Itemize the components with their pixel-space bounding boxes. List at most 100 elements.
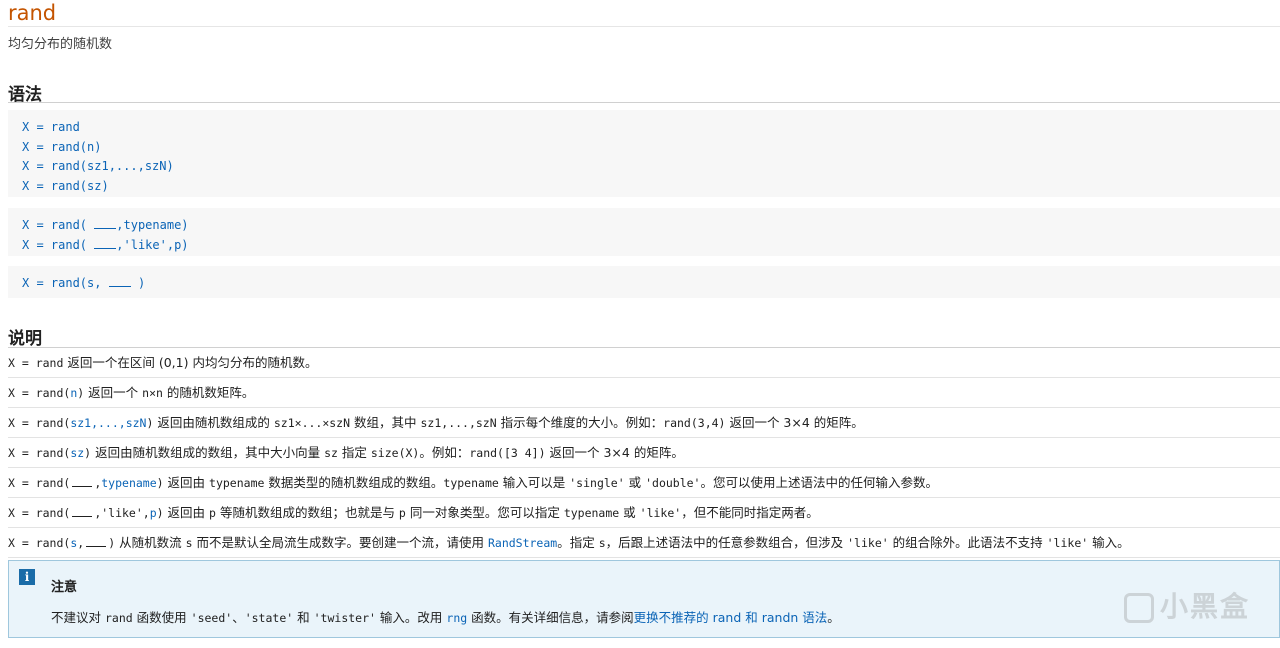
syntax-divider (8, 102, 1280, 103)
row-code: ) (156, 476, 164, 490)
row-code: 'like' (847, 536, 889, 550)
row-code: 'double' (645, 476, 701, 490)
syntax-group-3: X = rand(s, ) (8, 266, 1280, 298)
row-text: 返回一个在区间 (0,1) 内均匀分布的随机数。 (63, 355, 318, 370)
row-text: ，但不能同时指定两者。 (681, 505, 819, 520)
randstream-link[interactable]: RandStream (488, 536, 557, 550)
syntax-code: ,typename) (116, 218, 189, 232)
syntax-code: X = rand( (22, 218, 88, 232)
placeholder-blank (94, 237, 117, 249)
syntax-line[interactable]: X = rand(s, ) (22, 274, 1266, 294)
info-icon: i (19, 569, 35, 585)
row-text: 返回由 (163, 505, 210, 520)
row-code: X = rand( (8, 506, 71, 520)
replace-syntax-link[interactable]: 更换不推荐的 rand 和 randn 语法 (634, 610, 828, 625)
purpose-line: 均匀分布的随机数 (8, 37, 113, 52)
note-box: i 注意 不建议对 rand 函数使用 'seed'、'state' 和 'tw… (8, 560, 1280, 638)
row-text: 返回由随机数组成的 (153, 415, 274, 430)
note-segment: 。 (827, 610, 840, 625)
row-code: typename (563, 506, 620, 520)
row-code: sz1,...,szN (420, 416, 497, 430)
row-text: 返回由随机数组成的数组，其中大小向量 (91, 445, 325, 460)
arg-link[interactable]: sz (70, 446, 84, 460)
row-code: X = rand( (8, 536, 71, 550)
placeholder-blank (94, 217, 117, 229)
syntax-code: X = rand(s, (22, 276, 102, 290)
note-segment: 和 (293, 610, 314, 625)
row-text: 而不是默认全局流生成数字。要创建一个流，请使用 (192, 535, 488, 550)
row-code: p (398, 506, 406, 520)
row-text: 返回一个 (84, 385, 143, 400)
row-code: typename (209, 476, 265, 490)
placeholder-blank (108, 275, 131, 287)
note-segment: 不建议对 (51, 610, 105, 625)
arg-link[interactable]: p (150, 506, 157, 520)
placeholder-blank (72, 507, 93, 517)
arg-link[interactable]: typename (101, 476, 156, 490)
row-text: 或 (624, 475, 646, 490)
row-code: sz1×...×szN (273, 416, 351, 430)
row-code: , (77, 536, 85, 550)
row-text: 。指定 (557, 535, 599, 550)
row-text: 从随机数流 (115, 535, 186, 550)
row-text: 的随机数矩阵。 (162, 385, 255, 400)
syntax-code: ,'like',p) (116, 237, 189, 252)
note-segment: 、 (232, 610, 245, 625)
note-code: 'state' (244, 611, 294, 625)
row-text: 。例如： (419, 445, 470, 460)
title-divider (8, 26, 1280, 27)
row-code: sz (324, 446, 338, 460)
arg-link[interactable]: sz1,...,szN (70, 416, 146, 430)
row-code: p (209, 506, 216, 520)
row-text: 返回一个 3×4 的矩阵。 (725, 415, 864, 430)
placeholder-blank (86, 537, 107, 547)
note-segment: 函数使用 (132, 610, 191, 625)
page-title: rand (8, 1, 57, 25)
row-code: X = rand( (8, 446, 71, 460)
row-code: s (598, 536, 606, 550)
row-code: 'like' (1046, 536, 1089, 550)
syntax-code: ) (137, 276, 146, 290)
syntax-line[interactable]: X = rand(sz) (22, 177, 1266, 197)
row-code: typename (443, 476, 499, 490)
note-code: 'twister' (313, 611, 376, 625)
row-text: 指示每个维度的大小。例如： (496, 415, 664, 430)
note-title: 注意 (51, 580, 78, 595)
watermark-text: 小黑盒 (1159, 590, 1250, 623)
note-text: 不建议对 rand 函数使用 'seed'、'state' 和 'twister… (51, 607, 840, 626)
description-row: X = rand(sz) 返回由随机数组成的数组，其中大小向量 sz 指定 si… (8, 438, 1280, 468)
description-row: X = rand(,'like',p) 返回由 p 等随机数组成的数组；也就是与… (8, 498, 1280, 528)
row-code: rand([3 4]) (469, 446, 546, 460)
row-text: 返回一个 3×4 的矩阵。 (545, 445, 684, 460)
row-code: X = rand( (8, 416, 71, 430)
row-text: 指定 (337, 445, 371, 460)
row-code: s (185, 536, 193, 550)
description-row: X = rand(s,) 从随机数流 s 而不是默认全局流生成数字。要创建一个流… (8, 528, 1280, 558)
syntax-line[interactable]: X = rand( ,typename) (22, 216, 1266, 236)
placeholder-blank (72, 477, 93, 487)
description-row: X = rand(n) 返回一个 n×n 的随机数矩阵。 (8, 378, 1280, 408)
row-code: ) (156, 506, 164, 520)
note-code: rand (104, 611, 133, 625)
syntax-line[interactable]: X = rand (22, 118, 1266, 138)
description-row: X = rand(sz1,...,szN) 返回由随机数组成的 sz1×...×… (8, 408, 1280, 438)
note-code: 'seed' (190, 611, 233, 625)
syntax-code: X = rand( (22, 237, 88, 252)
row-text: 。您可以使用上述语法中的任何输入参数。 (700, 475, 938, 490)
description-row: X = rand 返回一个在区间 (0,1) 内均匀分布的随机数。 (8, 348, 1280, 378)
rng-link[interactable]: rng (446, 611, 467, 625)
row-code: X = rand( (8, 476, 71, 490)
note-segment: 函数。有关详细信息，请参阅 (467, 610, 634, 625)
row-code: 'single' (569, 476, 625, 490)
syntax-line[interactable]: X = rand( ,'like',p) (22, 236, 1266, 256)
syntax-group-1: X = rand X = rand(n) X = rand(sz1,...,sz… (8, 110, 1280, 197)
row-text: 的组合除外。此语法不支持 (888, 535, 1047, 550)
row-text: 输入可以是 (498, 475, 570, 490)
note-segment: 输入。改用 (375, 610, 447, 625)
syntax-line[interactable]: X = rand(n) (22, 138, 1266, 158)
row-text: 输入。 (1088, 535, 1130, 550)
syntax-line[interactable]: X = rand(sz1,...,szN) (22, 157, 1266, 177)
row-text: 或 (619, 505, 640, 520)
row-text: ，后跟上述语法中的任意参数组合，但涉及 (605, 535, 848, 550)
row-text: 返回由 (163, 475, 210, 490)
